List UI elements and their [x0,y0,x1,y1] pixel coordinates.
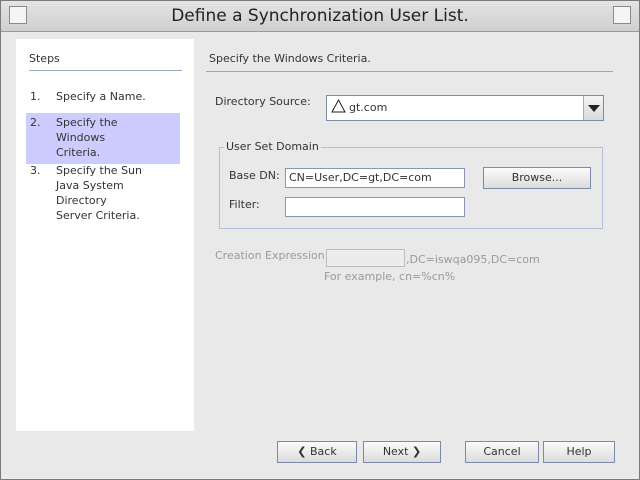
title-bar: Define a Synchronization User List. [1,1,639,32]
base-dn-field[interactable]: CN=User,DC=gt,DC=com [285,168,465,188]
directory-source-select[interactable]: gt.com [326,95,604,121]
step-number: 3. [30,164,41,177]
next-label: Next [382,445,409,458]
filter-label: Filter: [229,198,260,211]
steps-divider [29,70,182,71]
creation-expression-suffix: ,DC=iswqa095,DC=com [406,253,540,266]
directory-source-label: Directory Source: [215,95,311,108]
back-label: Back [310,445,337,458]
page-divider [206,71,613,72]
close-window-button[interactable] [613,6,631,24]
step-label: Specify the Windows Criteria. [56,116,118,159]
warning-icon [331,98,346,116]
step-label: Specify a Name. [56,90,146,103]
step-number: 1. [30,90,41,103]
steps-heading: Steps [29,52,60,65]
step-item-windows-criteria[interactable]: 2. Specify the Windows Criteria. [26,113,180,164]
base-dn-label: Base DN: [229,169,280,182]
back-button[interactable]: ❮ Back [277,441,357,463]
browse-button[interactable]: Browse... [483,167,591,189]
step-label: Specify the Sun Java System Directory Se… [56,164,142,222]
base-dn-value: CN=User,DC=gt,DC=com [289,171,432,184]
chevron-left-icon: ❮ [297,445,307,458]
steps-panel: Steps 1. Specify a Name. 2. Specify the … [16,39,194,431]
creation-expression-field[interactable] [326,249,405,267]
next-button[interactable]: Next ❯ [363,441,441,463]
creation-expression-label: Creation Expression: [215,249,329,262]
step-item-directory-server-criteria[interactable]: 3. Specify the Sun Java System Directory… [26,161,180,227]
window-title: Define a Synchronization User List. [171,6,469,26]
step-number: 2. [30,116,41,129]
wizard-window: Define a Synchronization User List. Step… [0,0,640,480]
cancel-button[interactable]: Cancel [465,441,539,463]
chevron-right-icon: ❯ [411,445,422,458]
creation-expression-example: For example, cn=%cn% [324,270,456,283]
help-button[interactable]: Help [543,441,615,463]
step-item-name[interactable]: 1. Specify a Name. [26,87,180,108]
directory-source-value: gt.com [349,101,388,114]
chevron-down-icon[interactable] [583,96,603,120]
page-heading: Specify the Windows Criteria. [209,52,371,65]
filter-field[interactable] [285,197,465,217]
user-set-domain-legend: User Set Domain [224,140,321,153]
